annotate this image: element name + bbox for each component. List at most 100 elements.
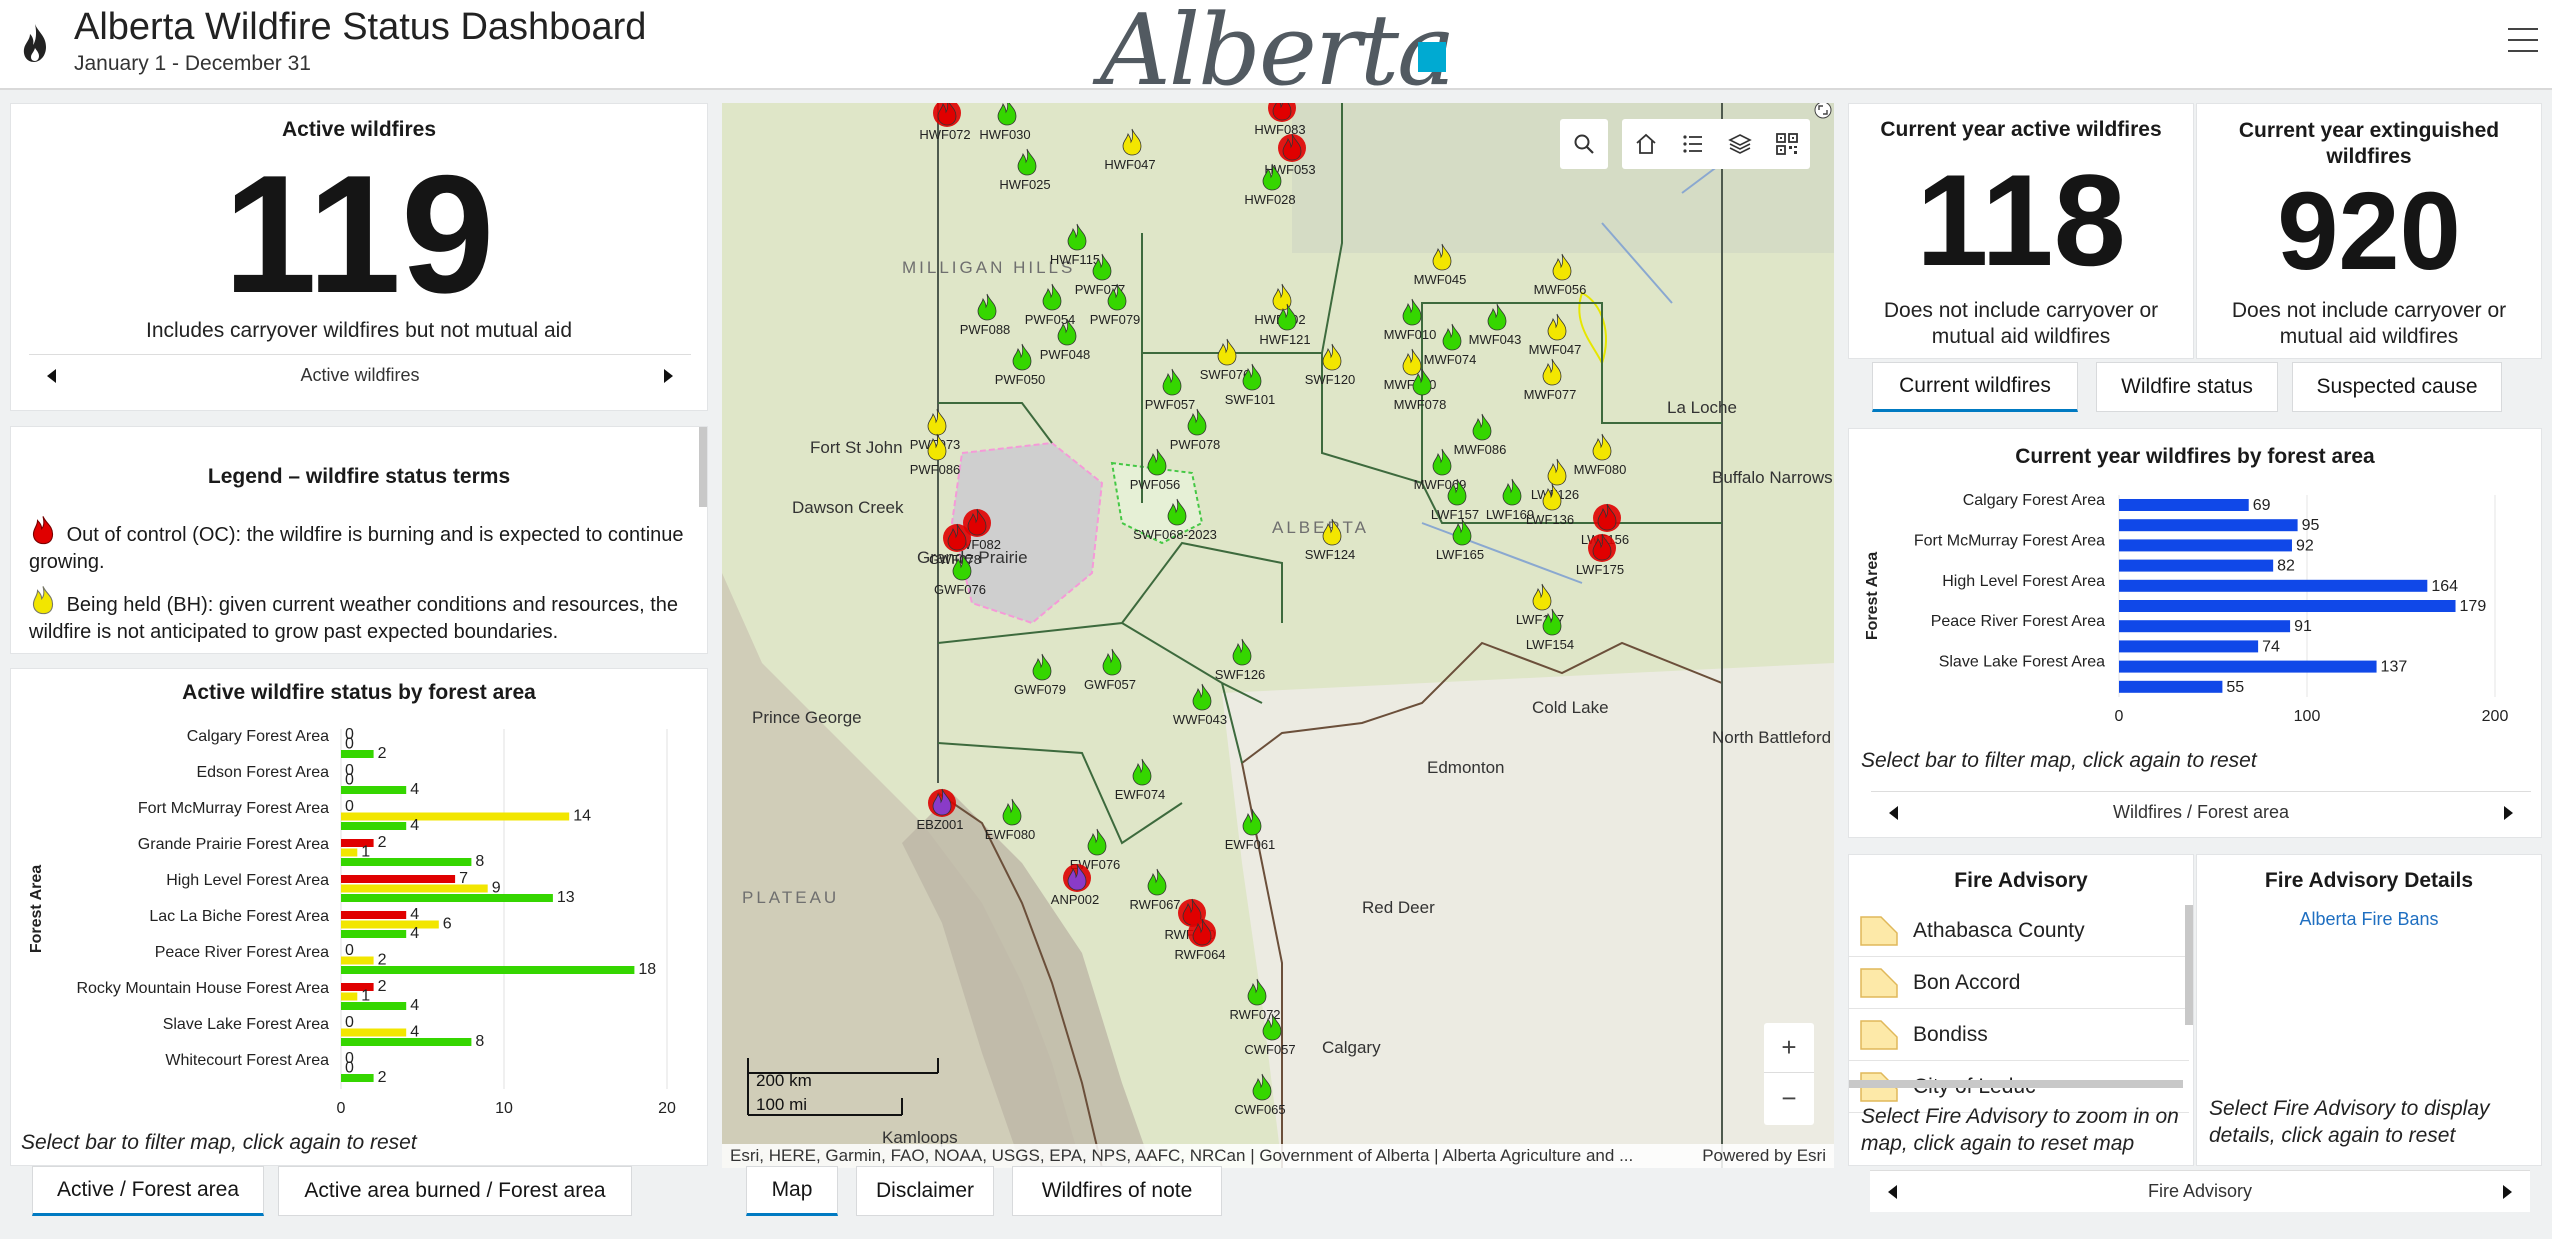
status-bar[interactable] — [341, 930, 407, 938]
fire-id-label: PWF057 — [1145, 397, 1196, 412]
map-place-label: PLATEAU — [742, 888, 839, 907]
fire-advisory-item[interactable]: Athabasca County — [1849, 905, 2189, 957]
forest-bar[interactable] — [2119, 559, 2274, 572]
forest-bar[interactable] — [2119, 620, 2291, 633]
bar-value-label: 1 — [361, 844, 370, 861]
status-bar[interactable] — [341, 822, 407, 830]
zoom-in-button[interactable]: + — [1764, 1023, 1814, 1073]
bar-value-label: 0 — [345, 736, 354, 753]
bar-value-label: 0 — [345, 942, 354, 959]
x-tick-label: 20 — [658, 1100, 676, 1117]
alberta-fire-bans-link[interactable]: Alberta Fire Bans — [2197, 909, 2541, 930]
status-bar-chart[interactable]: 0 10 20Forest AreaCalgary Forest Area 002Ed… — [11, 709, 709, 1119]
forest-area-bar-chart[interactable]: 0 100 200 Forest Area Calgary Forest Area 69 9… — [1849, 469, 2543, 759]
extinguished-count: 920 — [2277, 170, 2461, 293]
zoom-out-button[interactable]: − — [1764, 1073, 1814, 1123]
previous-arrow-icon[interactable] — [1889, 805, 1898, 820]
fire-id-label: GWF079 — [1014, 682, 1066, 697]
x-tick-label: 200 — [2482, 708, 2509, 725]
bar-value-label: 74 — [2262, 638, 2280, 655]
forest-bar[interactable] — [2119, 499, 2249, 511]
tab-disclaimer[interactable]: Disclaimer — [856, 1166, 994, 1216]
bar-value-label: 4 — [410, 781, 419, 798]
legend-panel: Legend – wildfire status terms Out of co… — [10, 426, 708, 654]
tab-wildfires-of-note[interactable]: Wildfires of note — [1012, 1166, 1222, 1216]
fire-advisory-list[interactable]: Athabasca CountyBon AccordBondissCity of… — [1849, 905, 2189, 1135]
previous-arrow-icon[interactable] — [47, 368, 56, 383]
x-tick-label: 100 — [2294, 708, 2321, 725]
advisory-scrollbar[interactable] — [2185, 905, 2193, 1025]
active-wildfires-panel: Active wildfires 119 Includes carryover … — [10, 103, 708, 411]
tab-wildfire-status[interactable]: Wildfire status — [2096, 362, 2278, 412]
forest-bar[interactable] — [2119, 579, 2428, 592]
status-bar[interactable] — [341, 875, 456, 883]
map-place-label: Calgary — [1322, 1038, 1381, 1057]
status-bar[interactable] — [341, 911, 407, 919]
hamburger-menu-icon[interactable] — [2508, 28, 2538, 56]
tab-active-area-burned[interactable]: Active area burned / Forest area — [278, 1166, 632, 1216]
powered-by-esri[interactable]: Powered by Esri — [1702, 1146, 1826, 1166]
alberta-logo-square — [1418, 42, 1446, 72]
status-bar[interactable] — [341, 858, 472, 866]
legend-item-being-held: Being held (BH): given current weather c… — [29, 585, 689, 646]
status-bar[interactable] — [341, 894, 553, 902]
forest-bar[interactable] — [2119, 660, 2377, 673]
fire-advisory-item[interactable]: Bon Accord — [1849, 957, 2189, 1009]
tab-map[interactable]: Map — [746, 1166, 838, 1216]
status-bar[interactable] — [341, 750, 374, 758]
wildfire-map[interactable]: Fort St John Dawson Creek Prince George Edm… — [722, 103, 1834, 1168]
forest-bar[interactable] — [2119, 680, 2223, 693]
tab-active-forest-area[interactable]: Active / Forest area — [32, 1166, 264, 1216]
fire-advisory-details-note: Select Fire Advisory to display details,… — [2209, 1097, 2490, 1147]
map-search-button[interactable] — [1560, 119, 1608, 169]
category-label: Fort McMurray Forest Area — [1914, 532, 2105, 549]
legend-list-icon[interactable] — [1681, 132, 1705, 156]
status-bar[interactable] — [341, 786, 407, 794]
status-bar[interactable] — [341, 1038, 472, 1046]
next-arrow-icon[interactable] — [2503, 1184, 2512, 1199]
fire-id-label: CWF057 — [1244, 1042, 1295, 1057]
next-arrow-icon[interactable] — [664, 368, 673, 383]
fire-id-label: SWF076 — [1200, 367, 1251, 382]
pager-label: Active wildfires — [300, 365, 420, 385]
status-bar[interactable] — [341, 920, 439, 929]
home-icon[interactable] — [1634, 132, 1658, 156]
layers-icon[interactable] — [1727, 132, 1752, 156]
alberta-logo: Alberta — [1100, 0, 1455, 108]
legend-scrollbar[interactable] — [699, 427, 707, 507]
qr-code-icon[interactable] — [1775, 132, 1799, 156]
advisory-area-icon — [1860, 1019, 1898, 1050]
tab-current-wildfires[interactable]: Current wildfires — [1872, 362, 2078, 412]
active-wildfires-pager: Active wildfires — [29, 354, 691, 396]
advisory-hscrollbar[interactable] — [1849, 1080, 2183, 1088]
status-bar[interactable] — [341, 1002, 407, 1010]
fire-id-label: PWF056 — [1130, 477, 1181, 492]
status-bar[interactable] — [341, 1074, 374, 1082]
y-axis-label: Forest Area — [1864, 552, 1881, 640]
forest-bar[interactable] — [2119, 640, 2259, 653]
map-canvas[interactable]: Fort St John Dawson Creek Prince George Edm… — [722, 103, 1834, 1168]
fire-advisory-item[interactable]: Bondiss — [1849, 1009, 2189, 1061]
current-year-active-description: Does not include carryover or mutual aid… — [1883, 299, 2159, 348]
previous-arrow-icon[interactable] — [1888, 1184, 1897, 1199]
fire-id-label: MWF078 — [1394, 397, 1447, 412]
status-bar[interactable] — [341, 848, 358, 857]
map-attribution: Esri, HERE, Garmin, FAO, NOAA, USGS, EPA… — [722, 1144, 1834, 1168]
forest-bar[interactable] — [2119, 519, 2298, 532]
next-arrow-icon[interactable] — [2503, 805, 2513, 820]
status-bar[interactable] — [341, 812, 570, 821]
forest-bar[interactable] — [2119, 600, 2456, 612]
expand-icon[interactable] — [1814, 103, 1832, 119]
status-bar[interactable] — [341, 1028, 407, 1037]
map-place-label: Buffalo Narrows — [1712, 468, 1833, 487]
status-bar[interactable] — [341, 884, 488, 893]
status-bar[interactable] — [341, 966, 635, 974]
tab-suspected-cause[interactable]: Suspected cause — [2292, 362, 2502, 412]
status-bar[interactable] — [341, 956, 374, 965]
status-bar[interactable] — [341, 992, 358, 1001]
active-wildfires-description: Includes carryover wildfires but not mut… — [145, 319, 573, 342]
x-tick-label: 0 — [337, 1100, 346, 1117]
bar-value-label: 8 — [475, 1033, 484, 1050]
legend-title: Legend – wildfire status terms — [207, 465, 511, 488]
forest-bar[interactable] — [2119, 539, 2292, 552]
